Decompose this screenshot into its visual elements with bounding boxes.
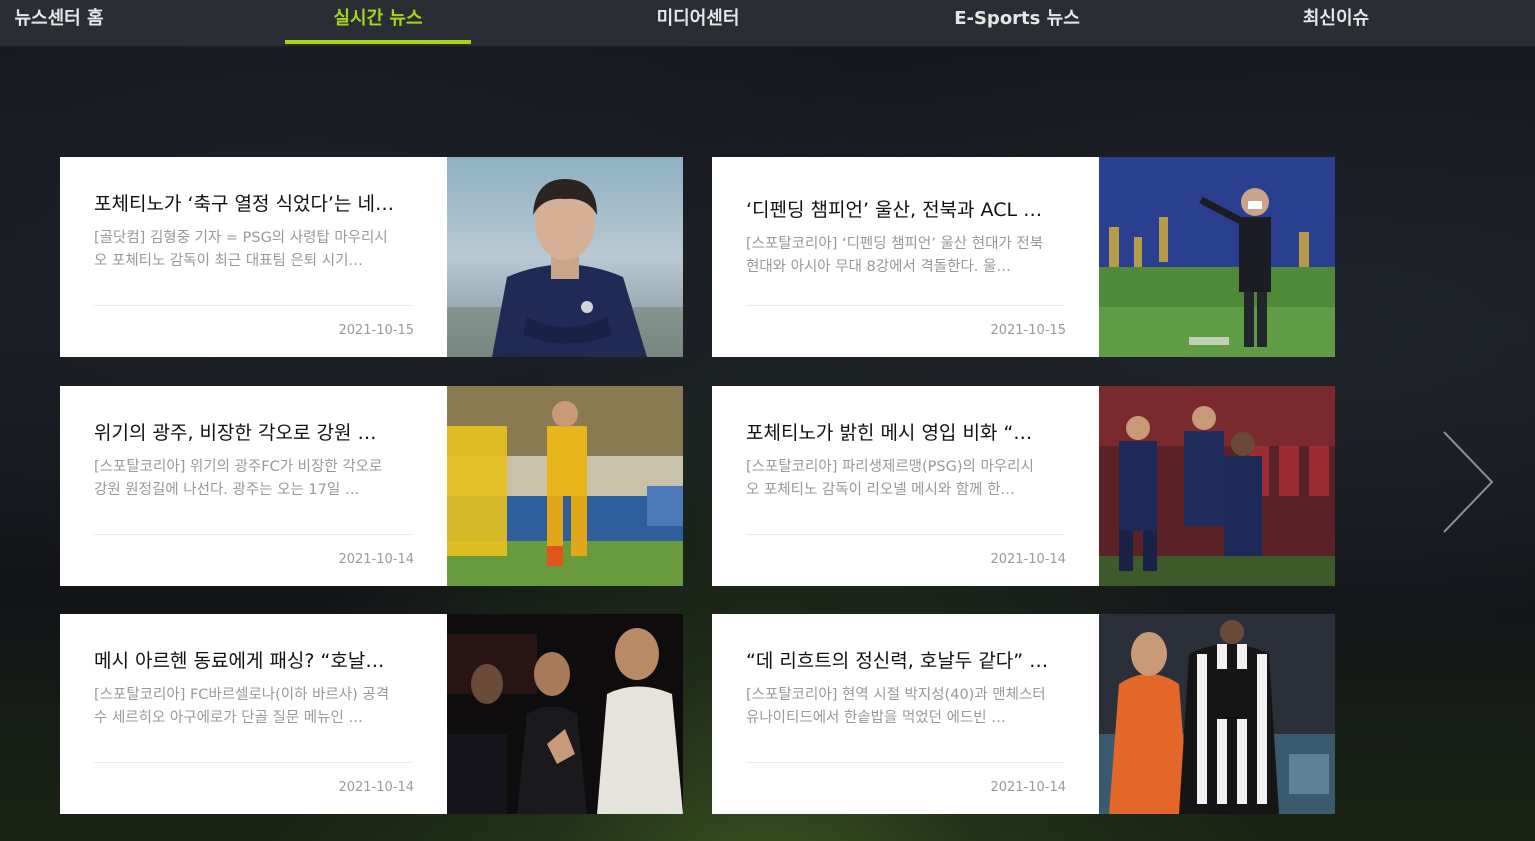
news-card-title[interactable]: 포체티노가 밝힌 메시 영입 비화 “… (746, 418, 1056, 445)
news-card-date: 2021-10-14 (338, 780, 414, 795)
news-card-title[interactable]: ‘디펜딩 챔피언’ 울산, 전북과 ACL … (746, 195, 1056, 222)
news-card-thumbnail[interactable] (447, 157, 683, 357)
news-card-thumbnail[interactable] (447, 386, 683, 586)
news-card-divider (94, 534, 412, 535)
nav-tab-esports-news[interactable]: E-Sports 뉴스 (934, 0, 1100, 44)
news-card-text: 포체티노가 ‘축구 열정 식었다’는 네… [골닷컴] 김형중 기자 = PSG… (94, 157, 414, 357)
news-card-divider (746, 762, 1064, 763)
news-card-summary: [스포탈코리아] FC바르셀로나(이하 바르사) 공격수 세르히오 아구에로가 … (94, 687, 390, 726)
news-card-summary: [스포탈코리아] 위기의 광주FC가 비장한 각오로 강원 원정길에 나선다. … (94, 459, 383, 498)
news-card-title[interactable]: 위기의 광주, 비장한 각오로 강원 … (94, 418, 404, 445)
nav-tab-latest-issues[interactable]: 최신이슈 (1270, 0, 1402, 44)
nav-tab-newscenter-home[interactable]: 뉴스센터 홈 (0, 0, 118, 44)
news-card-divider (746, 534, 1064, 535)
news-card-date: 2021-10-14 (990, 780, 1066, 795)
news-card[interactable]: ‘디펜딩 챔피언’ 울산, 전북과 ACL … [스포탈코리아] ‘디펜딩 챔피… (712, 157, 1335, 357)
news-card-summary: [골닷컴] 김형중 기자 = PSG의 사령탑 마우리시오 포체티노 감독이 최… (94, 230, 388, 269)
news-card-text: 위기의 광주, 비장한 각오로 강원 … [스포탈코리아] 위기의 광주FC가 … (94, 386, 414, 586)
news-card[interactable]: 메시 아르헨 동료에게 패싱? “호날… [스포탈코리아] FC바르셀로나(이하… (60, 614, 683, 814)
news-card-title[interactable]: 포체티노가 ‘축구 열정 식었다’는 네… (94, 189, 404, 216)
news-card-date: 2021-10-15 (990, 323, 1066, 338)
news-card[interactable]: 포체티노가 ‘축구 열정 식었다’는 네… [골닷컴] 김형중 기자 = PSG… (60, 157, 683, 357)
news-card-title[interactable]: 메시 아르헨 동료에게 패싱? “호날… (94, 646, 404, 673)
chevron-right-icon[interactable] (1440, 430, 1496, 534)
news-card-divider (746, 305, 1064, 306)
news-card-thumbnail[interactable] (1099, 614, 1335, 814)
news-card-divider (94, 762, 412, 763)
news-card-text: 메시 아르헨 동료에게 패싱? “호날… [스포탈코리아] FC바르셀로나(이하… (94, 614, 414, 814)
news-card-text: “데 리흐트의 정신력, 호날두 같다” … [스포탈코리아] 현역 시절 박지… (746, 614, 1066, 814)
news-card[interactable]: 포체티노가 밝힌 메시 영입 비화 “… [스포탈코리아] 파리생제르맹(PSG… (712, 386, 1335, 586)
nav-tab-realtime-news[interactable]: 실시간 뉴스 (285, 0, 471, 44)
news-card-summary: [스포탈코리아] ‘디펜딩 챔피언’ 울산 현대가 전북현대와 아시아 무대 8… (746, 236, 1044, 275)
news-card[interactable]: “데 리흐트의 정신력, 호날두 같다” … [스포탈코리아] 현역 시절 박지… (712, 614, 1335, 814)
nav-tab-media-center[interactable]: 미디어센터 (620, 0, 776, 44)
news-card-divider (94, 305, 412, 306)
news-card-thumbnail[interactable] (1099, 386, 1335, 586)
news-card-thumbnail[interactable] (447, 614, 683, 814)
news-card-date: 2021-10-14 (990, 552, 1066, 567)
top-navigation: 뉴스센터 홈 실시간 뉴스 미디어센터 E-Sports 뉴스 최신이슈 (0, 0, 1535, 47)
news-card-title[interactable]: “데 리흐트의 정신력, 호날두 같다” … (746, 646, 1056, 673)
news-card-summary: [스포탈코리아] 현역 시절 박지성(40)과 맨체스터 유나이티드에서 한솥밥… (746, 687, 1046, 726)
news-card-summary: [스포탈코리아] 파리생제르맹(PSG)의 마우리시오 포체티노 감독이 리오넬… (746, 459, 1034, 498)
news-card-thumbnail[interactable] (1099, 157, 1335, 357)
news-card-date: 2021-10-15 (338, 323, 414, 338)
news-card-text: 포체티노가 밝힌 메시 영입 비화 “… [스포탈코리아] 파리생제르맹(PSG… (746, 386, 1066, 586)
news-card-text: ‘디펜딩 챔피언’ 울산, 전북과 ACL … [스포탈코리아] ‘디펜딩 챔피… (746, 157, 1066, 357)
news-card-date: 2021-10-14 (338, 552, 414, 567)
news-card[interactable]: 위기의 광주, 비장한 각오로 강원 … [스포탈코리아] 위기의 광주FC가 … (60, 386, 683, 586)
